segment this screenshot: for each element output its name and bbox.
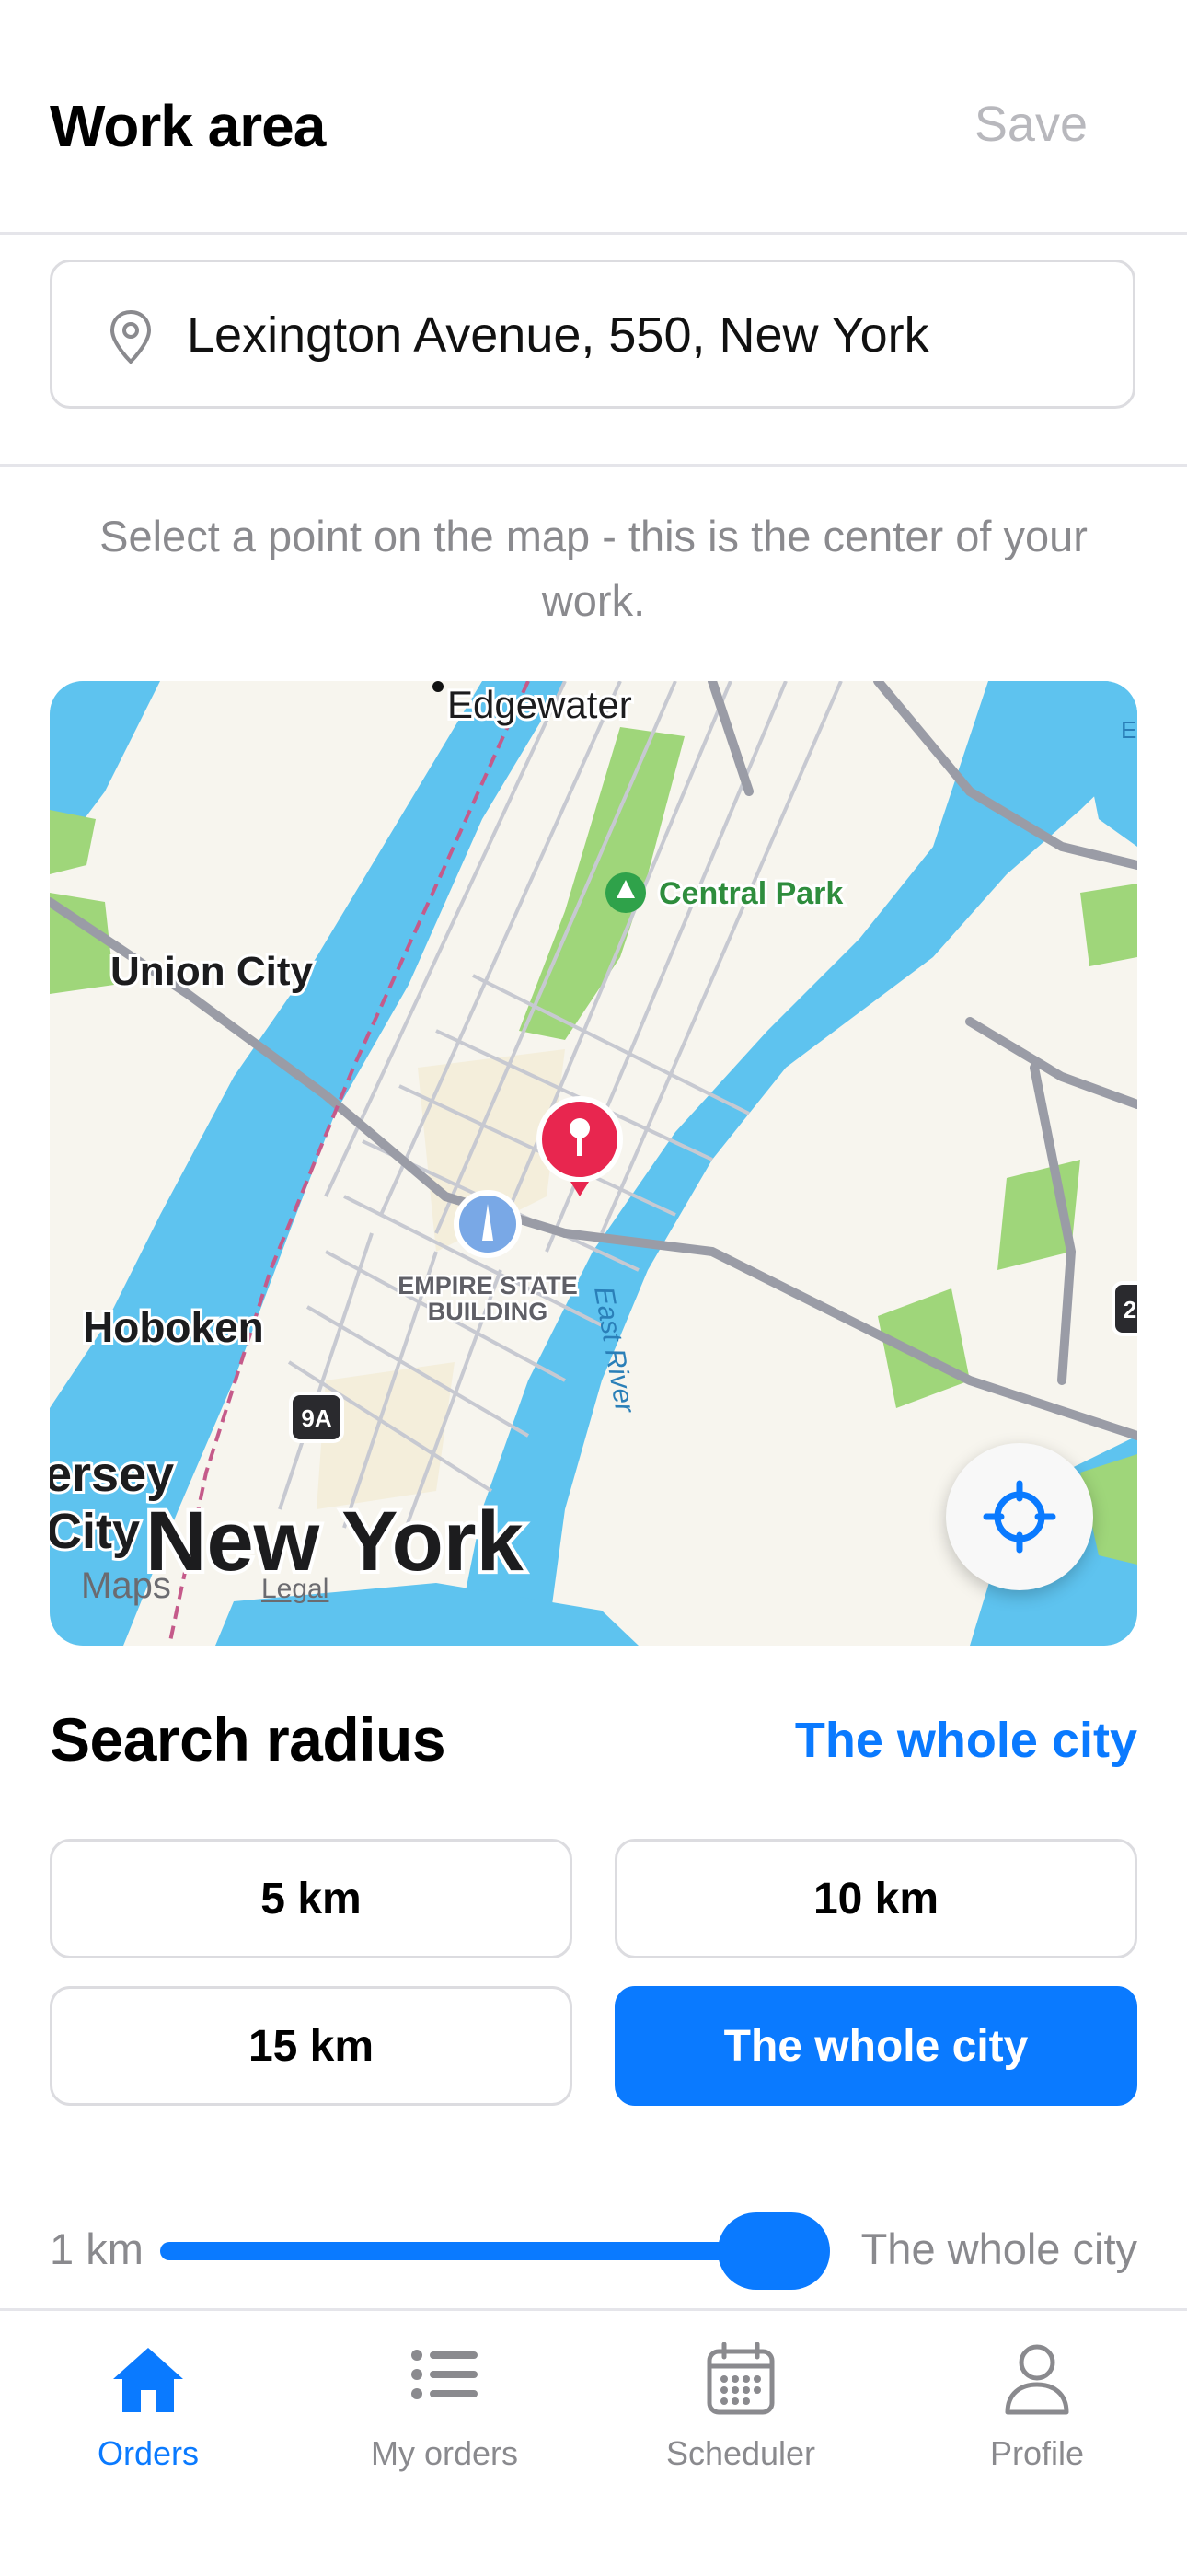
edgewater-dot — [432, 681, 444, 692]
tab-scheduler[interactable]: Scheduler — [593, 2329, 889, 2513]
calendar-icon — [706, 2341, 776, 2420]
radius-option-whole-city[interactable]: The whole city — [615, 1986, 1137, 2106]
slider-min-label: 1 km — [50, 2224, 144, 2273]
map-view[interactable]: Edgewater Central Park Union City EMPIRE… — [50, 681, 1137, 1646]
tab-my-orders[interactable]: My orders — [296, 2329, 593, 2513]
label-edge-e: E — [1121, 716, 1136, 744]
tab-label: Orders — [97, 2434, 200, 2472]
tab-label: My orders — [370, 2434, 519, 2472]
selected-location-pin[interactable] — [536, 1096, 623, 1196]
label-city: City — [50, 1504, 140, 1559]
slider-max-label: The whole city — [860, 2224, 1137, 2273]
tab-profile[interactable]: Profile — [889, 2329, 1185, 2513]
selected-radius-value: The whole city — [794, 1713, 1137, 1768]
list-icon — [409, 2342, 479, 2411]
radius-option-15km[interactable]: 15 km — [50, 1986, 572, 2106]
tab-bar: Orders My orders Scheduler Profile — [0, 2308, 1187, 2576]
search-radius-title: Search radius — [50, 1705, 446, 1773]
nav-header: Work area Save — [0, 0, 1187, 235]
crosshair-location-icon — [983, 1480, 1056, 1554]
home-icon — [109, 2342, 187, 2420]
label-empire-state-1: EMPIRE STATE — [398, 1272, 578, 1300]
person-icon — [1002, 2342, 1072, 2420]
label-empire-state-2: BUILDING — [428, 1298, 548, 1325]
divider — [0, 464, 1187, 467]
label-edgewater: Edgewater — [447, 683, 632, 726]
address-value: Lexington Avenue, 550, New York — [187, 307, 929, 363]
label-east-river: East River — [588, 1284, 640, 1415]
tab-orders[interactable]: Orders — [0, 2329, 296, 2513]
map-hint: Select a point on the map - this is the … — [99, 512, 1088, 625]
label-edge-2: 2 — [1124, 1296, 1136, 1323]
page-title: Work area — [50, 93, 326, 159]
radius-slider-thumb[interactable] — [718, 2212, 830, 2290]
tab-label: Profile — [989, 2434, 1085, 2472]
label-jersey: ersey — [50, 1447, 174, 1502]
tab-label: Scheduler — [665, 2434, 816, 2472]
address-field[interactable]: Lexington Avenue, 550, New York — [50, 260, 1135, 409]
label-union-city: Union City — [110, 949, 314, 994]
location-pin-icon — [108, 308, 154, 370]
label-central-park: Central Park — [659, 876, 843, 911]
locate-me-button[interactable] — [946, 1443, 1093, 1590]
save-button[interactable]: Save — [974, 96, 1088, 153]
label-new-york: New York — [145, 1495, 524, 1588]
label-hoboken: Hoboken — [83, 1303, 264, 1351]
radius-option-5km[interactable]: 5 km — [50, 1839, 572, 1958]
radius-option-10km[interactable]: 10 km — [615, 1839, 1137, 1958]
legal-link[interactable]: Legal — [261, 1574, 328, 1604]
label-route-9a: 9A — [301, 1404, 331, 1432]
label-maps: Maps — [81, 1565, 171, 1606]
